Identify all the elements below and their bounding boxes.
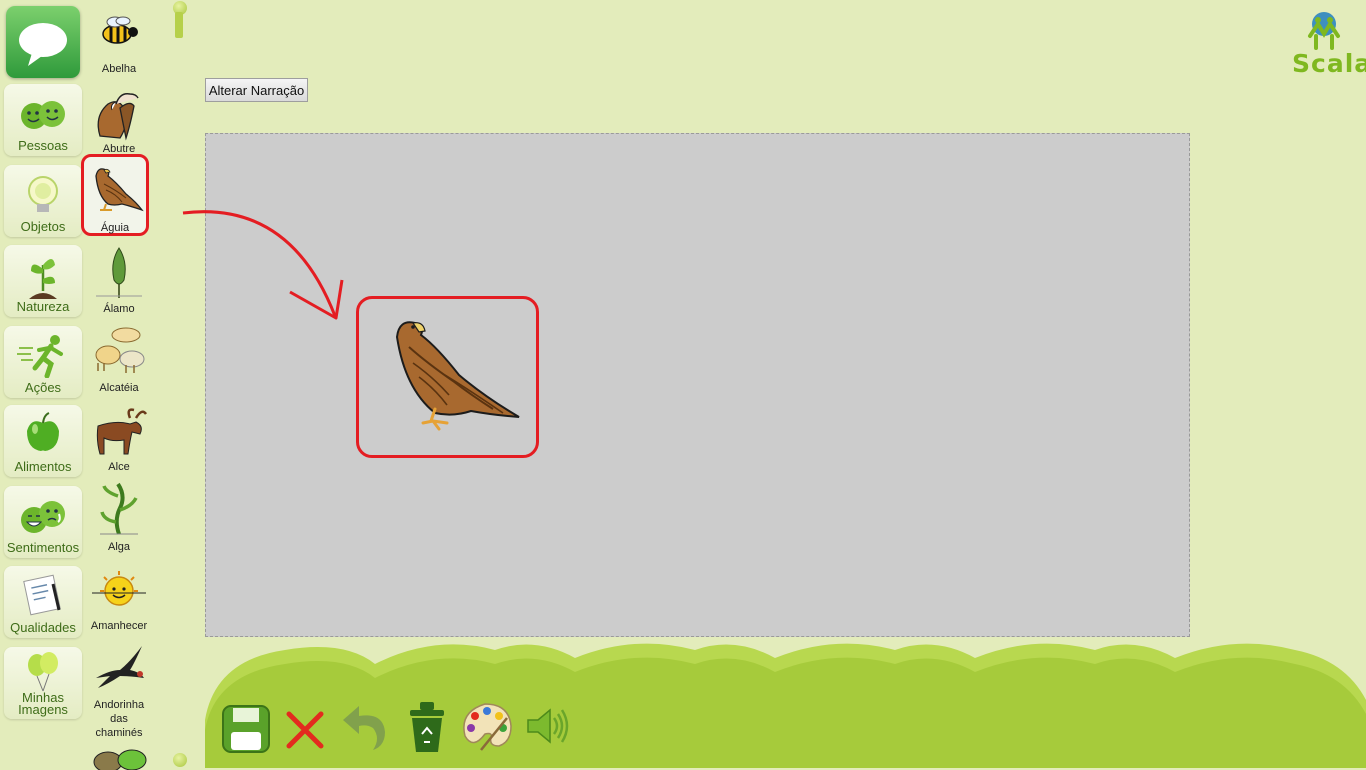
category-qualidades[interactable]: Qualidades — [4, 566, 82, 638]
pack-icon — [95, 327, 145, 373]
drag-arrow — [182, 210, 344, 320]
symbol-label: Abelha — [101, 63, 137, 75]
delete-button[interactable] — [279, 698, 333, 754]
category-minhas-imagens[interactable]: Minhas Imagens — [4, 647, 82, 719]
category-label: Alimentos — [14, 459, 72, 474]
moose-icon — [96, 408, 148, 455]
logo-text: Scala — [1292, 49, 1366, 78]
chat-button[interactable] — [6, 6, 80, 78]
palette-button[interactable] — [459, 698, 513, 754]
vulture-icon — [97, 92, 139, 141]
palette-icon — [463, 703, 512, 751]
tree-icon — [96, 247, 142, 298]
symbol-alga[interactable]: Alga — [86, 478, 152, 556]
category-label: Natureza — [16, 299, 70, 314]
category-label: Sentimentos — [6, 540, 80, 555]
symbol-label: Amanhecer — [90, 620, 148, 632]
running-icon — [17, 335, 63, 378]
symbol-label: Álamo — [103, 303, 135, 315]
balloons-icon — [28, 652, 58, 692]
apple-icon — [27, 412, 59, 451]
save-button[interactable] — [219, 698, 273, 754]
category-objetos[interactable]: Objetos — [4, 165, 82, 237]
symbol-abutre[interactable]: Abutre — [86, 80, 152, 158]
people-icon — [21, 101, 65, 129]
symbol-aguia[interactable]: Águia — [81, 154, 149, 236]
symbol-label: Alce — [108, 461, 130, 473]
category-label: Qualidades — [10, 620, 76, 635]
logo-figures-icon — [1308, 12, 1340, 50]
frogs-icon — [93, 749, 147, 770]
category-sentimentos[interactable]: Sentimentos — [4, 486, 82, 558]
seaweed-icon — [100, 482, 138, 535]
close-icon — [286, 711, 324, 749]
eagle-icon — [95, 168, 144, 212]
swallow-icon — [96, 646, 144, 688]
speech-bubble-icon — [19, 23, 67, 66]
placed-symbol-aguia[interactable] — [356, 296, 539, 458]
symbol-abelha[interactable]: Abelha — [86, 0, 152, 78]
category-acoes[interactable]: Ações — [4, 326, 82, 398]
symbol-amanhecer[interactable]: Amanhecer — [86, 557, 152, 635]
sunrise-icon — [92, 571, 146, 606]
symbol-label: Andorinha das chaminés — [93, 699, 145, 739]
speaker-icon — [527, 708, 569, 744]
symbol-label: Águia — [100, 222, 130, 234]
category-alimentos[interactable]: Alimentos — [4, 405, 82, 477]
scala-logo: Scala — [1292, 10, 1366, 78]
change-narration-button[interactable]: Alterar Narração — [205, 78, 308, 102]
category-sidebar: Pessoas Objetos Natureza Ações Alimentos… — [0, 0, 86, 768]
lightbulb-icon — [28, 176, 58, 212]
symbol-partial[interactable] — [86, 740, 152, 770]
symbol-alce[interactable]: Alce — [86, 398, 152, 476]
category-pessoas[interactable]: Pessoas — [4, 84, 82, 156]
undo-icon — [343, 706, 385, 750]
category-natureza[interactable]: Natureza — [4, 245, 82, 317]
bee-icon — [102, 16, 138, 44]
symbol-label: Alga — [107, 541, 131, 553]
undo-button[interactable] — [339, 698, 393, 754]
symbol-list: Abelha Abutre Águia Álamo Alcatéia Alce … — [81, 0, 152, 770]
scroll-down-knob[interactable] — [173, 753, 187, 767]
checklist-icon — [23, 574, 61, 616]
eagle-icon — [395, 321, 520, 431]
symbol-label: Alcatéia — [99, 382, 139, 394]
trash-icon — [410, 702, 444, 752]
symbol-alamo[interactable]: Álamo — [86, 240, 152, 318]
category-label: Ações — [24, 380, 62, 395]
category-label: Minhas Imagens — [18, 690, 68, 717]
category-label: Objetos — [20, 219, 66, 234]
sound-button[interactable] — [520, 698, 574, 754]
feelings-icon — [21, 501, 65, 533]
category-label: Pessoas — [18, 138, 68, 153]
symbol-andorinha[interactable]: Andorinha das chaminés — [86, 636, 152, 739]
trash-button[interactable] — [400, 698, 454, 754]
save-icon — [222, 705, 270, 753]
scroll-indicator — [175, 12, 183, 38]
plant-icon — [29, 259, 57, 299]
symbol-alcateia[interactable]: Alcatéia — [86, 319, 152, 397]
